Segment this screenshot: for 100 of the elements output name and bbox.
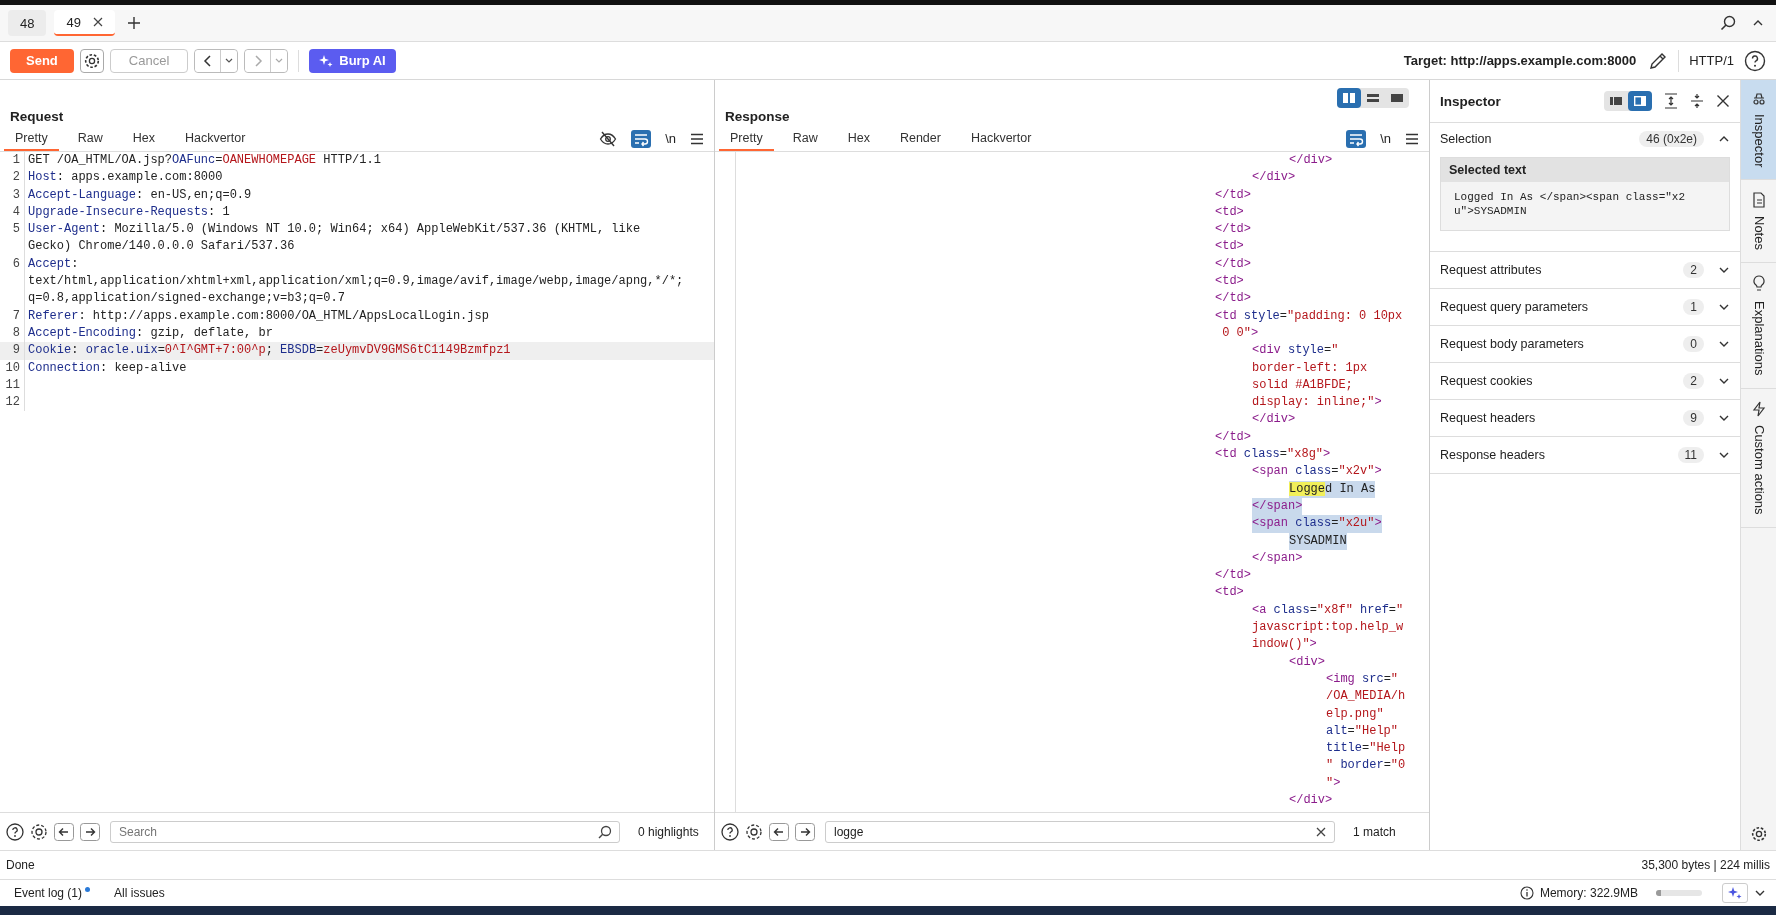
request-tab[interactable]: 48: [8, 10, 47, 36]
view-tab[interactable]: Render: [888, 126, 952, 151]
inspector-section[interactable]: Response headers 11: [1430, 437, 1740, 474]
clear-icon[interactable]: [1315, 825, 1327, 838]
status-text: Done: [6, 858, 35, 872]
sparkle-icon[interactable]: [1728, 886, 1742, 900]
count-badge: 2: [1683, 262, 1704, 278]
search-icon[interactable]: [1720, 15, 1736, 31]
spy-glasses-icon[interactable]: [1751, 92, 1767, 106]
help-icon[interactable]: [6, 822, 24, 841]
ai-button[interactable]: [1722, 883, 1748, 903]
view-tab[interactable]: Hackvertor: [959, 126, 1043, 151]
count-badge: 1: [1683, 299, 1704, 315]
code-line: <td>: [1215, 273, 1244, 291]
view-tab[interactable]: Hex: [121, 126, 166, 151]
code-line: </td>: [1215, 428, 1251, 446]
code-line: <div style=": [1252, 342, 1339, 360]
layout-toggle[interactable]: [1337, 88, 1361, 108]
settings-icon[interactable]: [1751, 826, 1767, 842]
protocol-label[interactable]: HTTP/1: [1689, 53, 1734, 68]
code-line: </span>: [1252, 549, 1303, 567]
single-panel-icon[interactable]: [1391, 93, 1403, 103]
help-icon[interactable]: [721, 822, 739, 841]
rows-icon[interactable]: [1367, 93, 1379, 103]
event-log-link[interactable]: Event log (1): [14, 886, 83, 900]
count-badge: 0: [1683, 336, 1704, 352]
line-number: 5: [0, 221, 25, 256]
inspector-section[interactable]: Request attributes 2: [1430, 252, 1740, 289]
code-line: alt="Help": [1326, 722, 1399, 740]
code-line: </div>: [1289, 792, 1333, 809]
request-tab[interactable]: 49: [54, 10, 115, 36]
code-line: Accept:: [28, 255, 79, 273]
word-wrap-icon[interactable]: [1346, 129, 1367, 148]
lightning-icon[interactable]: [1752, 400, 1766, 417]
view-tab[interactable]: Raw: [66, 126, 114, 151]
expand-all-icon[interactable]: [1664, 93, 1678, 109]
view-tab[interactable]: Raw: [781, 126, 829, 151]
inspector-section[interactable]: Request cookies 2: [1430, 363, 1740, 400]
close-icon[interactable]: [92, 17, 103, 27]
inspector-title: Inspector: [1440, 93, 1501, 109]
chevron-left-icon[interactable]: [202, 54, 213, 67]
side-tab[interactable]: Inspector: [1741, 80, 1776, 181]
count-badge: 46 (0x2e): [1639, 131, 1704, 147]
search-result-count: 1 match: [1353, 824, 1397, 839]
side-tab[interactable]: Notes: [1741, 180, 1776, 264]
code-line: <td>: [1215, 238, 1244, 256]
lightbulb-icon[interactable]: [1752, 275, 1766, 294]
code-line: Accept-Encoding: gzip, deflate, br: [28, 324, 273, 342]
left-panel-icon[interactable]: [1610, 96, 1622, 106]
side-tab[interactable]: Custom actions: [1741, 388, 1776, 528]
view-tab[interactable]: Hex: [836, 126, 881, 151]
caret-icon[interactable]: [225, 57, 234, 64]
search-field[interactable]: Search: [110, 820, 620, 843]
add-tab-icon[interactable]: [126, 16, 141, 30]
view-tab[interactable]: Pretty: [4, 126, 59, 151]
columns-icon[interactable]: [1343, 93, 1355, 103]
selected-text-heading: Selected text: [1441, 158, 1729, 182]
newline-toggle[interactable]: \n: [1380, 131, 1391, 146]
code-line: Referer: http://apps.example.com:8000/OA_HTML/AppsLocalLogin.jsp: [28, 307, 489, 325]
burp-ai-button[interactable]: Burp AI: [309, 48, 396, 73]
inspector-section[interactable]: Selection 46 (0x2e): [1430, 123, 1740, 155]
inspector-section[interactable]: Request body parameters 0: [1430, 326, 1740, 363]
right-panel-icon[interactable]: [1634, 96, 1646, 106]
pane-title: Response: [724, 108, 791, 126]
code-line: <span class="x2v">: [1252, 463, 1382, 481]
code-line: User-Agent: Mozilla/5.0 (Windows NT 10.0; Win64; x64) AppleWebKit/537.36 (KHTML, like: [28, 221, 641, 239]
menu-icon[interactable]: [1405, 132, 1419, 145]
help-icon[interactable]: [1744, 49, 1766, 72]
layout-toggle[interactable]: [1628, 91, 1652, 111]
close-icon[interactable]: [1716, 94, 1730, 108]
search-field[interactable]: logge: [825, 820, 1335, 843]
word-wrap-icon[interactable]: [631, 129, 652, 148]
settings-icon[interactable]: [745, 822, 763, 841]
settings-icon[interactable]: [30, 822, 48, 841]
code-line: indow()">: [1252, 636, 1317, 654]
code-line: </td>: [1215, 221, 1251, 239]
code-line: </div>: [1252, 411, 1296, 429]
count-badge: 11: [1677, 447, 1704, 463]
newline-toggle[interactable]: \n: [665, 131, 676, 146]
line-number: 3: [0, 186, 25, 204]
line-number: 11: [0, 376, 25, 395]
code-line: title="Help: [1326, 740, 1406, 758]
eye-off-icon[interactable]: [599, 130, 618, 147]
view-tab[interactable]: Hackvertor: [173, 126, 257, 151]
line-number: 7: [0, 307, 25, 325]
search-icon[interactable]: [598, 824, 612, 839]
code-line: display: inline;">: [1252, 394, 1382, 412]
code-line: solid #A1BFDE;: [1252, 376, 1353, 394]
line-number: 2: [0, 169, 25, 187]
inspector-section[interactable]: Request query parameters 1: [1430, 289, 1740, 326]
pane-title: Request: [9, 108, 65, 126]
view-tab[interactable]: Pretty: [719, 126, 774, 151]
side-tab[interactable]: Explanations: [1741, 263, 1776, 389]
all-issues-link[interactable]: All issues: [114, 886, 165, 900]
code-line: q=0.8,application/signed-exchange;v=b3;q=0.7: [28, 290, 345, 308]
code-line: </td>: [1215, 186, 1251, 204]
inspector-section[interactable]: Request headers 9: [1430, 400, 1740, 437]
collapse-all-icon[interactable]: [1690, 93, 1704, 109]
menu-icon[interactable]: [690, 132, 704, 145]
document-icon[interactable]: [1752, 192, 1766, 209]
